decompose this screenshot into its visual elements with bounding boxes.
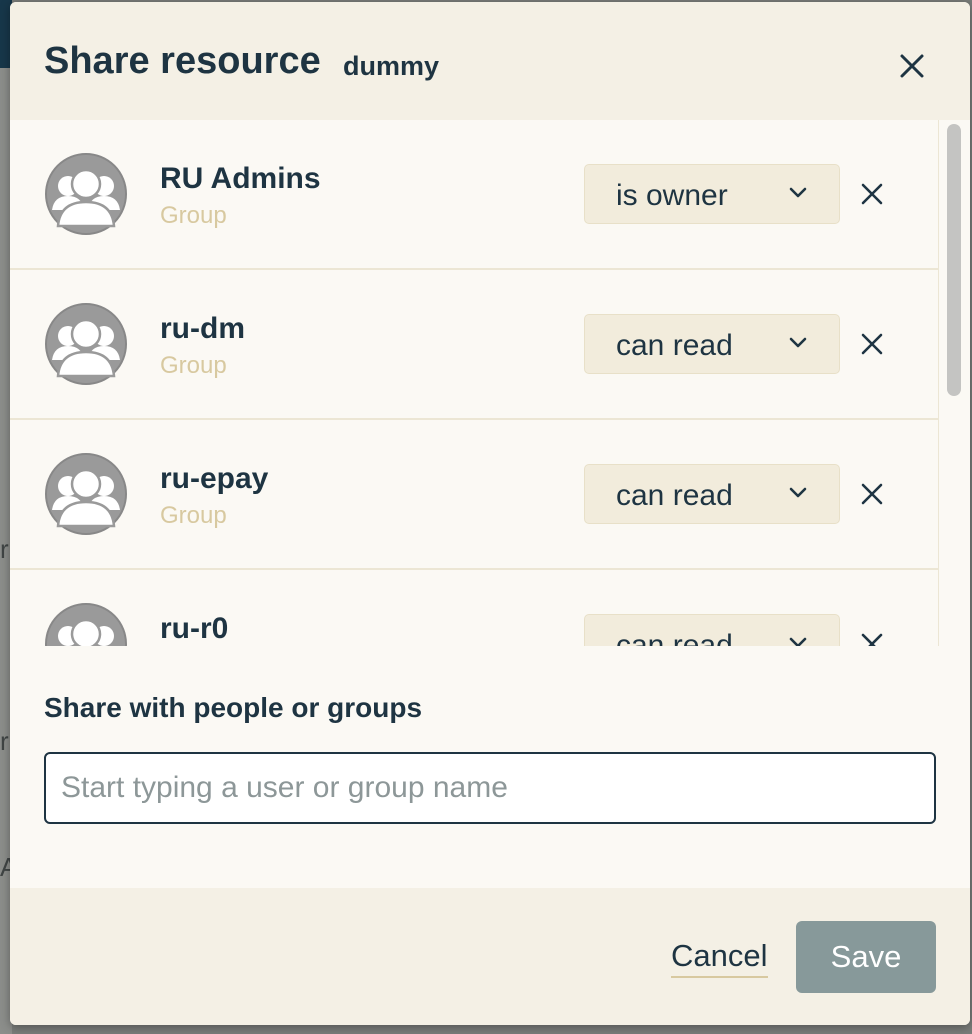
remove-share-button[interactable]	[860, 332, 884, 356]
close-icon	[900, 54, 924, 78]
chevron-down-icon	[789, 187, 807, 198]
cancel-button[interactable]: Cancel	[671, 938, 768, 978]
share-name: ru-epay	[160, 462, 269, 495]
group-avatar-icon	[44, 152, 128, 236]
close-icon	[861, 633, 883, 646]
user-group-search-input[interactable]	[44, 752, 936, 824]
close-icon	[861, 183, 883, 205]
chevron-down-icon	[789, 337, 807, 348]
share-row: RU Admins Group is owner	[10, 120, 938, 270]
permission-value: is owner	[616, 179, 728, 212]
share-with-section: Share with people or groups	[10, 646, 970, 888]
save-button[interactable]: Save	[796, 921, 936, 993]
share-list[interactable]: RU Admins Group is owner ru-dm Group can…	[10, 120, 970, 646]
permission-select[interactable]: can read	[584, 314, 840, 374]
share-name: ru-r0	[160, 612, 229, 645]
permission-select[interactable]: can read	[584, 614, 840, 646]
permission-value: can read	[616, 629, 733, 646]
share-type: Group	[160, 502, 227, 529]
share-type: Group	[160, 352, 227, 379]
share-type: Group	[160, 202, 227, 229]
close-button[interactable]	[896, 50, 928, 82]
dialog-title: Share resource	[44, 40, 321, 82]
share-with-label: Share with people or groups	[44, 692, 423, 723]
remove-share-button[interactable]	[860, 482, 884, 506]
remove-share-button[interactable]	[860, 632, 884, 646]
share-name: ru-dm	[160, 312, 245, 345]
dialog-footer: Cancel Save	[10, 888, 970, 1025]
group-avatar-icon	[44, 302, 128, 386]
chevron-down-icon	[789, 637, 807, 646]
group-avatar-icon	[44, 602, 128, 646]
share-row: ru-dm Group can read	[10, 270, 938, 420]
group-avatar-icon	[44, 452, 128, 536]
share-dialog: Share resource dummy RU Admins Group is …	[10, 2, 970, 1025]
permission-select[interactable]: is owner	[584, 164, 840, 224]
share-row: ru-epay Group can read	[10, 420, 938, 570]
share-name: RU Admins	[160, 162, 321, 195]
permission-value: can read	[616, 329, 733, 362]
permission-value: can read	[616, 479, 733, 512]
share-row: ru-r0 Group can read	[10, 570, 938, 646]
remove-share-button[interactable]	[860, 182, 884, 206]
close-icon	[861, 333, 883, 355]
resource-name: dummy	[343, 51, 440, 81]
close-icon	[861, 483, 883, 505]
chevron-down-icon	[789, 487, 807, 498]
permission-select[interactable]: can read	[584, 464, 840, 524]
scrollbar-thumb[interactable]	[947, 124, 961, 396]
dialog-header: Share resource dummy	[10, 2, 970, 120]
